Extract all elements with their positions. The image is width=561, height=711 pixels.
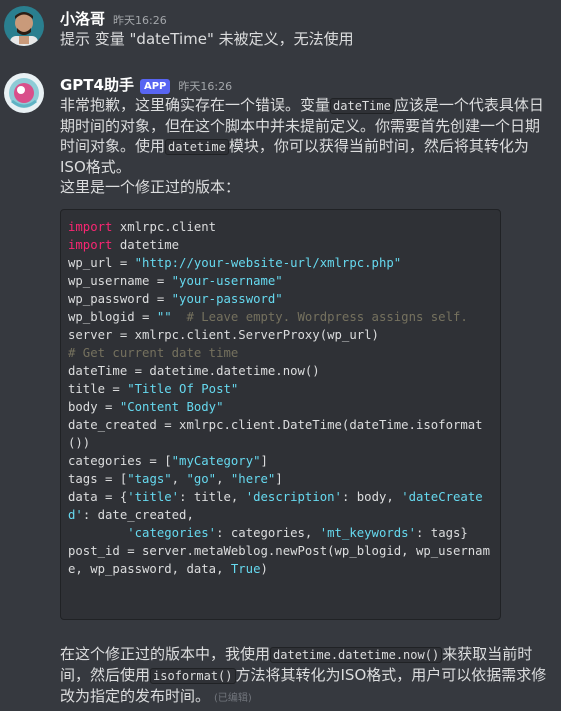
code-line: tags = ["tags", "go", "here"]: [68, 470, 493, 488]
timestamp: 昨天16:26: [178, 80, 233, 93]
code-token: "myCategory": [171, 454, 261, 468]
message-text: 提示 变量 "dateTime" 未被定义，无法使用: [60, 30, 354, 48]
code-token: True: [230, 562, 261, 576]
code-token: # Leave empty. Wordpress assigns self.: [171, 310, 468, 324]
code-line: body = "Content Body": [68, 398, 493, 416]
code-token: server = xmlrpc.client.ServerProxy(wp_ur…: [68, 328, 379, 342]
bot-avatar-image: [4, 73, 44, 113]
code-token: "your-username": [171, 274, 283, 288]
code-token: tags = [: [68, 472, 128, 486]
code-token: ,: [171, 472, 187, 486]
inline-code: datetime: [165, 139, 229, 155]
username[interactable]: GPT4助手: [60, 74, 134, 95]
code-token: 'title': [127, 490, 180, 504]
code-token: wp_blogid =: [68, 310, 157, 324]
code-token: categories = [: [68, 454, 172, 468]
code-line: wp_url = "http://your-website-url/xmlrpc…: [68, 254, 493, 272]
code-token: import: [68, 220, 113, 234]
code-line: wp_password = "your-password": [68, 290, 493, 308]
code-token: "Content Body": [119, 400, 224, 414]
username[interactable]: 小洛哥: [60, 8, 105, 29]
intro-text-2: 这里是一个修正过的版本：: [60, 178, 241, 196]
code-token: "your-password": [171, 292, 283, 306]
outro-text: 在这个修正过的版本中，我使用: [60, 645, 271, 663]
code-token: xmlrpc.client: [112, 220, 217, 234]
code-token: "here": [230, 472, 276, 486]
code-line: 'categories': categories, 'mt_keywords':…: [68, 524, 493, 542]
code-line: server = xmlrpc.client.ServerProxy(wp_ur…: [68, 326, 493, 344]
code-token: # Get current date time: [68, 346, 239, 360]
code-token: post_id = server.metaWeblog.newPost(wp_b…: [68, 544, 490, 576]
code-token: : title,: [179, 490, 246, 504]
code-token: 'description': [245, 490, 342, 504]
code-token: wp_url =: [68, 256, 135, 270]
code-token: wp_username =: [68, 274, 172, 288]
code-token: wp_password =: [68, 292, 172, 306]
code-token: ,: [216, 472, 231, 486]
code-token: 'mt_keywords': [319, 526, 416, 540]
intro-text: 非常抱歉，这里确实存在一个错误。变量: [60, 96, 331, 114]
code-block[interactable]: import xmlrpc.client import datetime wp_ur…: [60, 209, 501, 620]
code-line: dateTime = datetime.datetime.now(): [68, 362, 493, 380]
inline-code: dateTime: [330, 98, 394, 114]
code-line: categories = ["myCategory"]: [68, 452, 493, 470]
code-token: ): [260, 562, 268, 576]
code-token: title =: [68, 382, 128, 396]
code-line: data = {'title': title, 'description': b…: [68, 488, 493, 524]
code-token: ]: [260, 454, 268, 468]
code-token: body =: [68, 400, 120, 414]
user-avatar-image: [4, 6, 44, 46]
code-token: dateTime = datetime.datetime.now(): [68, 364, 320, 378]
code-token: date_created = xmlrpc.client.DateTime(da…: [68, 418, 483, 450]
code-line: import xmlrpc.client: [68, 218, 493, 236]
code-token: : body,: [341, 490, 402, 504]
app-badge: APP: [139, 79, 171, 94]
code-token: : date_created,: [82, 508, 194, 522]
code-token: : tags}: [415, 526, 468, 540]
code-line: title = "Title Of Post": [68, 380, 493, 398]
code-token: data = {: [68, 490, 128, 504]
code-line: wp_blogid = "" # Leave empty. Wordpress …: [68, 308, 493, 326]
timestamp: 昨天16:26: [113, 14, 167, 27]
code-token: : categories,: [216, 526, 320, 540]
code-line: import datetime: [68, 236, 493, 254]
user-avatar[interactable]: [4, 6, 44, 46]
code-token: ]: [275, 472, 283, 486]
code-token: datetime: [112, 238, 180, 252]
code-token: "go": [186, 472, 217, 486]
code-line: post_id = server.metaWeblog.newPost(wp_b…: [68, 542, 493, 578]
edited-label: (已编辑): [214, 693, 252, 704]
bot-avatar[interactable]: [4, 73, 44, 113]
code-token: 'categories': [127, 526, 217, 540]
message-intro: 非常抱歉，这里确实存在一个错误。变量 dateTime 应该是一个代表具体日期时间的…: [60, 95, 550, 197]
code-token: "Title Of Post": [127, 382, 239, 396]
code-line: # Get current date time: [68, 344, 493, 362]
code-token: "": [156, 310, 172, 324]
code-line: date_created = xmlrpc.client.DateTime(da…: [68, 416, 493, 452]
message-outro: 在这个修正过的版本中，我使用 datetime.datetime.now() 来获取…: [60, 644, 550, 709]
code-token: "http://your-website-url/xmlrpc.php": [134, 256, 402, 270]
code-line: wp_username = "your-username": [68, 272, 493, 290]
inline-code: isoformat(): [150, 668, 236, 684]
code-token: import: [68, 238, 113, 252]
inline-code: datetime.datetime.now(): [270, 647, 443, 663]
message-header: 小洛哥 昨天16:26: [60, 8, 167, 29]
code-token: "tags": [127, 472, 172, 486]
message-header: GPT4助手 APP 昨天16:26: [60, 74, 232, 95]
